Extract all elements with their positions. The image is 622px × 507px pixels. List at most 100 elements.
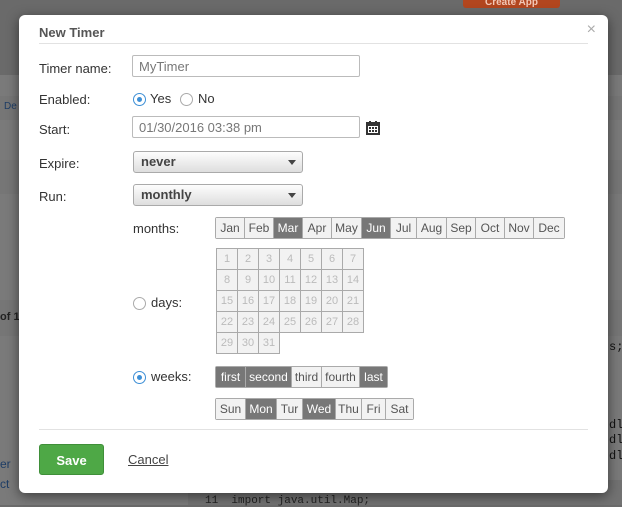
month-option-jul[interactable]: Jul	[391, 218, 417, 238]
day-14[interactable]: 14	[343, 270, 364, 291]
month-option-may[interactable]: May	[332, 218, 362, 238]
background-code-text: dl	[609, 418, 622, 432]
day-1[interactable]: 1	[217, 249, 238, 270]
day-16[interactable]: 16	[238, 291, 259, 312]
day-12[interactable]: 12	[301, 270, 322, 291]
day-21[interactable]: 21	[343, 291, 364, 312]
month-option-mar[interactable]: Mar	[274, 218, 303, 238]
expire-label: Expire:	[39, 156, 80, 171]
day-27[interactable]: 27	[322, 312, 343, 333]
day-29[interactable]: 29	[217, 333, 238, 354]
month-option-jun[interactable]: Jun	[362, 218, 391, 238]
day-31[interactable]: 31	[259, 333, 280, 354]
background-code-text: s;	[609, 340, 622, 354]
weekday-option-sat[interactable]: Sat	[386, 399, 413, 419]
days-radio[interactable]	[133, 297, 146, 310]
day-18[interactable]: 18	[280, 291, 301, 312]
week-option-second[interactable]: second	[246, 367, 292, 387]
day-19[interactable]: 19	[301, 291, 322, 312]
expire-select[interactable]: never	[133, 151, 303, 173]
start-datetime-input[interactable]	[132, 116, 360, 138]
create-app-button: Create App	[463, 0, 560, 8]
start-label: Start:	[39, 122, 71, 137]
day-15[interactable]: 15	[217, 291, 238, 312]
days-label[interactable]: days:	[151, 295, 182, 310]
week-option-fourth[interactable]: fourth	[322, 367, 360, 387]
day-24[interactable]: 24	[259, 312, 280, 333]
weekday-option-tur[interactable]: Tur	[277, 399, 303, 419]
divider	[39, 429, 588, 430]
divider	[39, 43, 588, 44]
run-select-value: monthly	[141, 187, 192, 202]
week-option-third[interactable]: third	[292, 367, 322, 387]
timer-name-label: Timer name:	[39, 61, 112, 76]
day-8[interactable]: 8	[217, 270, 238, 291]
month-option-sep[interactable]: Sep	[447, 218, 476, 238]
day-20[interactable]: 20	[322, 291, 343, 312]
day-25[interactable]: 25	[280, 312, 301, 333]
days-row: 22 23 24 25 26 27 28	[217, 312, 364, 333]
day-17[interactable]: 17	[259, 291, 280, 312]
weekday-option-thu[interactable]: Thu	[336, 399, 362, 419]
weeks-label[interactable]: weeks:	[151, 369, 191, 384]
run-select[interactable]: monthly	[133, 184, 303, 206]
cancel-link[interactable]: Cancel	[128, 452, 168, 467]
months-selector: Jan Feb Mar Apr May Jun Jul Aug Sep Oct Nov Dec	[215, 217, 565, 239]
save-button[interactable]: Save	[39, 444, 104, 475]
day-2[interactable]: 2	[238, 249, 259, 270]
expire-select-value: never	[141, 154, 176, 169]
weekdays-selector: Sun Mon Tur Wed Thu Fri Sat	[215, 398, 414, 420]
background-text: of 1	[0, 311, 20, 323]
day-6[interactable]: 6	[322, 249, 343, 270]
weekday-option-mon[interactable]: Mon	[246, 399, 277, 419]
run-label: Run:	[39, 189, 67, 204]
enabled-no-label[interactable]: No	[198, 91, 215, 106]
background-text: De	[4, 101, 17, 112]
month-option-oct[interactable]: Oct	[476, 218, 505, 238]
month-option-apr[interactable]: Apr	[303, 218, 332, 238]
day-30[interactable]: 30	[238, 333, 259, 354]
enabled-yes-label[interactable]: Yes	[150, 91, 171, 106]
day-26[interactable]: 26	[301, 312, 322, 333]
day-22[interactable]: 22	[217, 312, 238, 333]
day-7[interactable]: 7	[343, 249, 364, 270]
new-timer-dialog: New Timer × Timer name: Enabled: Yes No …	[19, 15, 608, 493]
days-row: 29 30 31	[217, 333, 364, 354]
weekday-option-wed[interactable]: Wed	[303, 399, 336, 419]
months-label: months:	[133, 221, 180, 236]
close-icon[interactable]: ×	[587, 21, 596, 39]
day-5[interactable]: 5	[301, 249, 322, 270]
month-option-jan[interactable]: Jan	[216, 218, 245, 238]
week-option-last[interactable]: last	[360, 367, 387, 387]
month-option-nov[interactable]: Nov	[505, 218, 534, 238]
day-23[interactable]: 23	[238, 312, 259, 333]
background-code-text: dl	[609, 433, 622, 447]
background-code-line: 11 import java.util.Map;	[205, 495, 370, 507]
timer-name-input[interactable]	[132, 55, 360, 77]
calendar-icon[interactable]	[366, 121, 380, 135]
days-row: 1234567	[217, 249, 364, 270]
line-number: 11	[205, 495, 219, 507]
month-option-aug[interactable]: Aug	[417, 218, 447, 238]
day-13[interactable]: 13	[322, 270, 343, 291]
day-11[interactable]: 11	[280, 270, 301, 291]
week-option-first[interactable]: first	[216, 367, 246, 387]
month-option-dec[interactable]: Dec	[534, 218, 564, 238]
weekday-option-fri[interactable]: Fri	[362, 399, 386, 419]
chevron-down-icon	[288, 193, 296, 198]
days-row: 8 9 10 11 12 13 14	[217, 270, 364, 291]
day-3[interactable]: 3	[259, 249, 280, 270]
weeks-radio[interactable]	[133, 371, 146, 384]
enabled-no-radio[interactable]	[180, 93, 193, 106]
weekday-option-sun[interactable]: Sun	[216, 399, 246, 419]
day-4[interactable]: 4	[280, 249, 301, 270]
day-10[interactable]: 10	[259, 270, 280, 291]
dialog-title: New Timer	[39, 25, 105, 40]
weeks-selector: first second third fourth last	[215, 366, 388, 388]
day-9[interactable]: 9	[238, 270, 259, 291]
enabled-yes-radio[interactable]	[133, 93, 146, 106]
month-option-feb[interactable]: Feb	[245, 218, 274, 238]
day-28[interactable]: 28	[343, 312, 364, 333]
enabled-label: Enabled:	[39, 92, 91, 107]
background-link: er	[0, 457, 11, 471]
